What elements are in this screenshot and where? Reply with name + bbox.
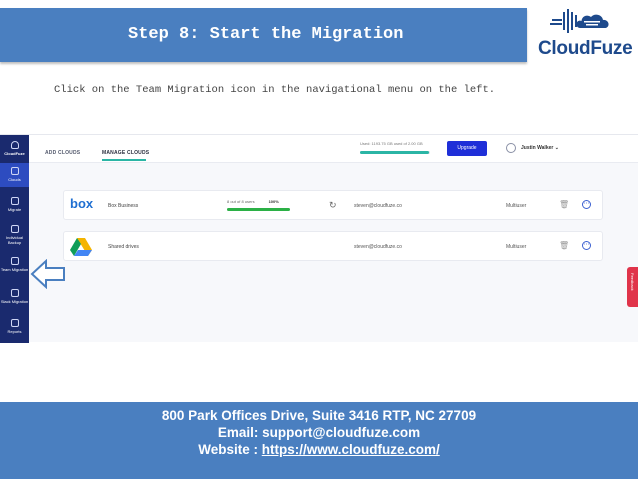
team-migration-icon bbox=[10, 257, 19, 265]
cloudfuze-logo-icon bbox=[550, 9, 609, 33]
users-progress-bar bbox=[227, 208, 290, 211]
sidebar-item-slack-migration[interactable]: Slack Migration bbox=[0, 289, 29, 304]
storage-usage-bar bbox=[360, 151, 430, 154]
users-percent: 100% bbox=[268, 199, 279, 204]
cloud-name: Box Business bbox=[108, 203, 139, 209]
cloud-email: steven@cloudfuze.co bbox=[354, 244, 402, 250]
footer-email: Email: support@cloudfuze.com bbox=[217, 425, 421, 440]
footer-address: 800 Park Offices Drive, Suite 3416 RTP, … bbox=[161, 408, 477, 423]
user-name: Justin Walker bbox=[521, 145, 554, 151]
upgrade-button[interactable]: Upgrade bbox=[447, 141, 487, 156]
chevron-down-icon: ⌄ bbox=[554, 145, 559, 151]
sidebar-item-label: Individual Backup bbox=[6, 235, 23, 245]
migrate-icon bbox=[10, 197, 19, 205]
sidebar-item-label: Slack Migration bbox=[0, 299, 29, 304]
app-header: ADD CLOUDS MANAGE CLOUDS Used: 1193.75 G… bbox=[29, 135, 638, 163]
google-drive-logo-icon bbox=[70, 238, 92, 256]
footer-website-link[interactable]: https://www.cloudfuze.com/ bbox=[262, 442, 440, 457]
cloud-icon bbox=[10, 167, 19, 175]
sidebar-item-clouds[interactable]: Clouds bbox=[0, 163, 29, 187]
trash-icon[interactable]: 🗑 bbox=[559, 241, 569, 250]
box-logo-icon: box bbox=[70, 197, 94, 211]
sidebar-item-individual-backup[interactable]: Individual Backup bbox=[0, 225, 29, 245]
instruction-text: Click on the Team Migration icon in the … bbox=[54, 84, 496, 96]
feedback-label: Feedback bbox=[630, 273, 635, 291]
user-avatar-icon[interactable] bbox=[506, 143, 516, 153]
sidebar-item-label: Clouds bbox=[8, 177, 21, 182]
footer-website: Website : https://www.cloudfuze.com/ bbox=[0, 442, 638, 457]
sidebar-item-label: Reports bbox=[7, 329, 22, 334]
sidebar-logo-label: CloudFuze bbox=[4, 151, 25, 156]
title-banner: Step 8: Start the Migration bbox=[0, 8, 527, 62]
users-progress-text: 8 out of 8 users 100% bbox=[227, 199, 279, 204]
trash-icon[interactable]: 🗑 bbox=[559, 200, 569, 209]
logo-wordmark: CloudFuze bbox=[538, 38, 633, 59]
slide: Step 8: Start the Migration CloudFuze Cl… bbox=[0, 0, 638, 479]
feedback-tab[interactable]: Feedback bbox=[627, 267, 638, 307]
app-screenshot: CloudFuze Clouds Migrate Individual Back… bbox=[0, 134, 638, 343]
tab-manage-clouds[interactable]: MANAGE CLOUDS bbox=[102, 150, 149, 156]
sidebar-logo[interactable]: CloudFuze bbox=[0, 141, 29, 156]
more-options-icon[interactable]: ⋯ bbox=[582, 241, 591, 250]
cloud-row-shared-drives[interactable]: Shared drives steven@cloudfuze.co Multiu… bbox=[63, 231, 603, 261]
footer-website-label: Website : bbox=[198, 442, 262, 457]
slack-migration-icon bbox=[10, 289, 19, 297]
cloud-type: Multiuser bbox=[506, 203, 527, 209]
sidebar-item-reports[interactable]: Reports bbox=[0, 319, 29, 334]
sidebar-item-team-migration[interactable]: Team Migration bbox=[0, 257, 29, 272]
cloud-row-box[interactable]: box Box Business 8 out of 8 users 100% ↻ … bbox=[63, 190, 603, 220]
slide-title: Step 8: Start the Migration bbox=[128, 25, 404, 44]
sidebar-item-migrate[interactable]: Migrate bbox=[0, 197, 29, 212]
left-arrow-pointer-icon bbox=[30, 259, 65, 289]
cloudfuze-small-icon bbox=[10, 141, 19, 149]
cloud-name: Shared drives bbox=[108, 244, 139, 250]
app-sidebar: CloudFuze Clouds Migrate Individual Back… bbox=[0, 135, 29, 343]
storage-usage-text: Used: 1193.75 GB used of 2.00 GB bbox=[360, 141, 423, 146]
sidebar-item-label: Team Migration bbox=[0, 267, 29, 272]
cloud-email: steven@cloudfuze.co bbox=[354, 203, 402, 209]
svg-text:box: box bbox=[70, 197, 94, 211]
users-progress-fill bbox=[227, 208, 290, 211]
cloudfuze-logo: CloudFuze bbox=[538, 4, 633, 62]
users-count: 8 out of 8 users bbox=[227, 199, 255, 204]
active-tab-indicator bbox=[102, 159, 146, 161]
reports-icon bbox=[10, 319, 19, 327]
storage-usage-fill bbox=[360, 151, 429, 154]
backup-icon bbox=[10, 225, 19, 233]
more-options-icon[interactable]: ⋯ bbox=[582, 200, 591, 209]
sync-icon[interactable]: ↻ bbox=[329, 200, 337, 211]
sidebar-item-label: Migrate bbox=[7, 207, 22, 212]
user-menu[interactable]: Justin Walker ⌄ bbox=[521, 145, 559, 151]
cloud-type: Multiuser bbox=[506, 244, 527, 250]
footer: 800 Park Offices Drive, Suite 3416 RTP, … bbox=[0, 402, 638, 479]
tab-add-clouds[interactable]: ADD CLOUDS bbox=[45, 150, 80, 156]
